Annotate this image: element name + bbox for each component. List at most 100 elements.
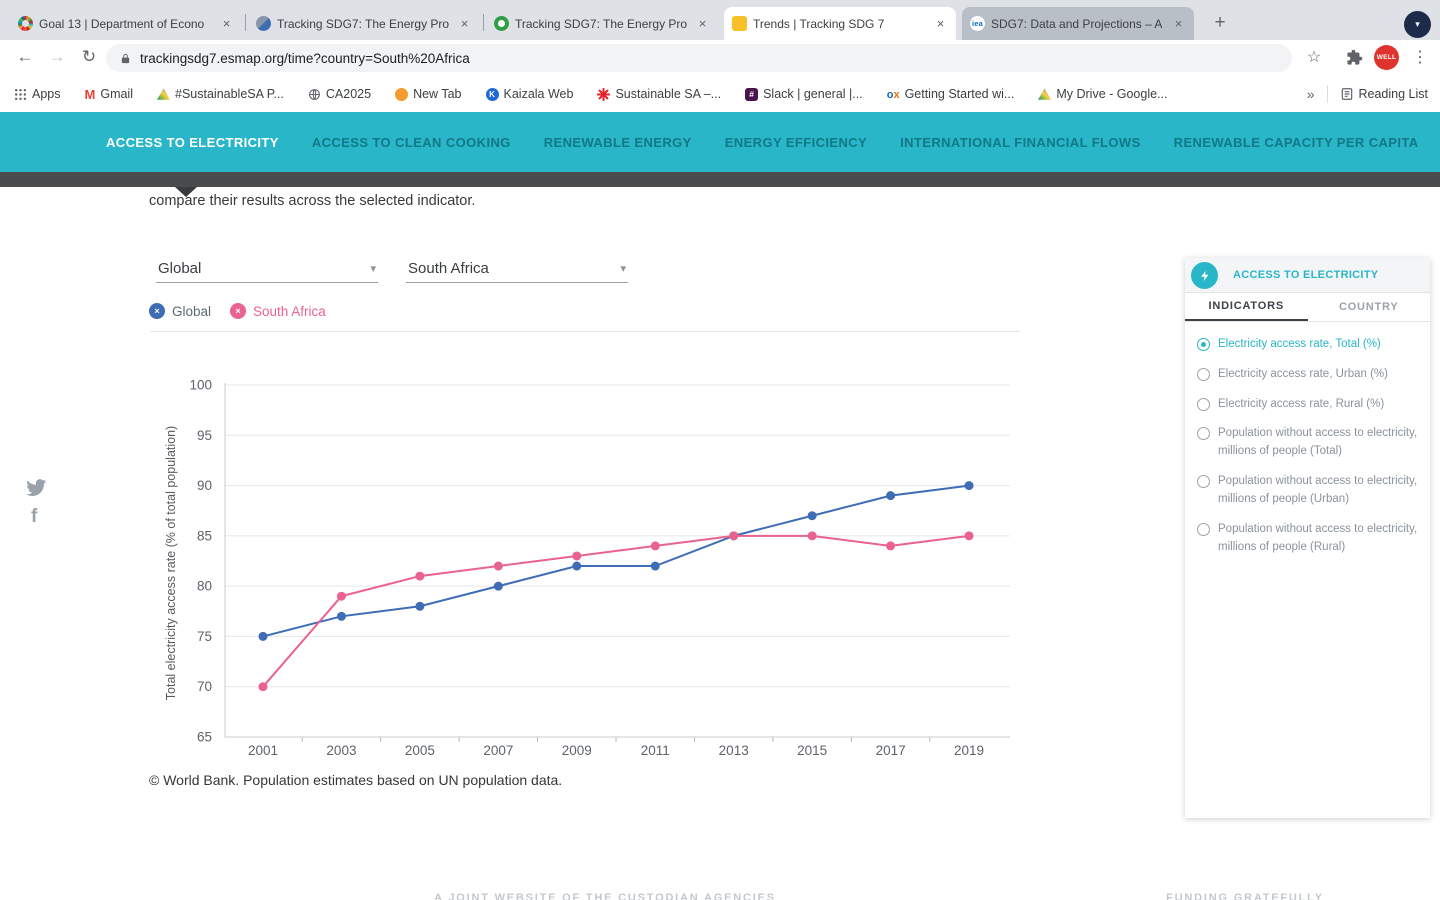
bookmark-label: Kaizala Web [504,87,574,101]
indicator-option-urban-pct[interactable]: Electricity access rate, Urban (%) [1197,366,1418,384]
svg-text:90: 90 [197,478,212,493]
browser-tab-active-trends[interactable]: Trends | Tracking SDG 7 × [724,7,956,40]
bookmark-my-drive[interactable]: My Drive - Google... [1038,87,1167,101]
globe-icon [308,88,321,101]
electricity-bolt-icon [1191,262,1218,289]
intro-text: compare their results across the selecte… [149,193,475,209]
radio-icon[interactable] [1197,475,1210,488]
tab-divider [483,14,484,31]
browser-tab-trackingsdg7-1[interactable]: Tracking SDG7: The Energy Pro × [248,7,480,40]
tab-close-icon[interactable]: × [457,16,472,31]
svg-text:2009: 2009 [562,743,592,758]
indicator-list: Electricity access rate, Total (%) Elect… [1185,322,1430,556]
indicator-label: Population without access to electricity… [1218,521,1418,557]
indicator-option-pop-rural[interactable]: Population without access to electricity… [1197,521,1418,557]
browser-tab-goal13[interactable]: Goal 13 | Department of Econo × [10,7,242,40]
svg-text:100: 100 [189,378,212,393]
bookmark-label: Gmail [100,87,133,101]
browser-menu-icon[interactable]: ⋮ [1408,44,1432,70]
indicator-label: Electricity access rate, Rural (%) [1218,396,1384,414]
ox-x: x [893,89,899,101]
apps-grid-icon [14,88,27,101]
bookmark-label: Getting Started wi... [905,87,1015,101]
tab-strip: Goal 13 | Department of Econo × Tracking… [0,0,1440,40]
remove-south-africa-icon[interactable]: × [230,303,246,319]
globe-favicon [256,16,271,31]
svg-text:2003: 2003 [326,743,356,758]
indicator-option-total-pct[interactable]: Electricity access rate, Total (%) [1197,336,1418,354]
sdg-wheel-favicon [18,16,33,31]
bookmark-apps[interactable]: Apps [14,87,61,101]
extensions-puzzle-icon[interactable] [1342,44,1366,70]
bookmark-sustainablesa-doc[interactable]: #SustainableSA P... [157,87,284,101]
browser-tab-trackingsdg7-2[interactable]: Tracking SDG7: The Energy Pro × [486,7,718,40]
profile-avatar[interactable]: ▾ [1404,11,1431,38]
forward-icon[interactable]: → [44,44,70,70]
indicator-option-rural-pct[interactable]: Electricity access rate, Rural (%) [1197,396,1418,414]
facebook-icon[interactable]: f [31,506,37,528]
radio-icon[interactable] [1197,427,1210,440]
yellow-square-favicon [732,16,747,31]
twitter-icon[interactable] [26,479,46,501]
svg-text:95: 95 [197,428,212,443]
divider [150,331,1020,332]
nav-access-to-electricity[interactable]: ACCESS TO ELECTRICITY [106,135,279,150]
svg-text:2017: 2017 [876,743,906,758]
bookmark-label: Apps [32,87,61,101]
country-select[interactable]: South Africa ▾ [406,255,628,283]
extension-well-badge[interactable]: WELL [1374,45,1399,70]
bookmarks-bar: Apps M Gmail #SustainableSA P... CA2025 … [0,76,1440,112]
bookmark-kaizala[interactable]: K Kaizala Web [486,87,574,101]
chip-label: Global [172,304,211,319]
bookmark-label: Slack | general |... [763,87,863,101]
tab-close-icon[interactable]: × [933,16,948,31]
tab-close-icon[interactable]: × [1171,16,1186,31]
tab-close-icon[interactable]: × [219,16,234,31]
region-select[interactable]: Global ▾ [156,255,378,283]
radio-icon[interactable] [1197,398,1210,411]
radio-icon[interactable] [1197,523,1210,536]
bookmark-new-tab[interactable]: New Tab [395,87,461,101]
svg-text:2013: 2013 [719,743,749,758]
nav-energy-efficiency[interactable]: ENERGY EFFICIENCY [725,135,867,150]
bookmark-ca2025[interactable]: CA2025 [308,87,371,101]
bookmark-label: My Drive - Google... [1056,87,1167,101]
svg-text:70: 70 [197,679,212,694]
indicator-option-pop-urban[interactable]: Population without access to electricity… [1197,473,1418,509]
tab-divider [245,14,246,31]
bookmarks-overflow-icon[interactable]: » [1307,86,1315,102]
address-bar[interactable]: trackingsdg7.esmap.org/time?country=Sout… [106,44,1292,72]
nav-renewable-energy[interactable]: RENEWABLE ENERGY [544,135,692,150]
indicator-panel: ACCESS TO ELECTRICITY INDICATORS COUNTRY… [1185,258,1430,818]
nav-international-financial-flows[interactable]: INTERNATIONAL FINANCIAL FLOWS [900,135,1141,150]
reload-icon[interactable]: ↻ [76,44,102,70]
back-icon[interactable]: ← [12,44,38,70]
bookmark-getting-started[interactable]: ox Getting Started wi... [887,87,1015,101]
new-tab-button[interactable]: + [1206,9,1234,37]
svg-text:2005: 2005 [405,743,435,758]
svg-text:65: 65 [197,730,212,745]
trend-chart-svg[interactable]: 6570758085909510020012003200520072009201… [150,348,1030,778]
radio-icon[interactable] [1197,368,1210,381]
bookmark-gmail[interactable]: M Gmail [85,87,134,102]
orange-dot-icon [395,88,408,101]
nav-renewable-capacity-per-capita[interactable]: RENEWABLE CAPACITY PER CAPITA [1174,135,1419,150]
indicator-option-pop-total[interactable]: Population without access to electricity… [1197,425,1418,461]
bookmark-sustainable-sa[interactable]: Sustainable SA –... [597,87,721,101]
gmail-icon: M [85,87,96,102]
reading-list-icon [1340,87,1354,101]
indicator-label: Population without access to electricity… [1218,473,1418,509]
bookmark-slack[interactable]: # Slack | general |... [745,87,863,101]
radio-selected-icon[interactable] [1197,338,1210,351]
bookmarks-right-cluster: » Reading List [1307,76,1428,112]
nav-access-to-clean-cooking[interactable]: ACCESS TO CLEAN COOKING [312,135,511,150]
remove-global-icon[interactable]: × [149,303,165,319]
trend-chart[interactable]: 6570758085909510020012003200520072009201… [150,348,1030,778]
browser-tab-iea[interactable]: iea SDG7: Data and Projections – A × [962,7,1194,40]
tab-country[interactable]: COUNTRY [1308,293,1431,321]
tab-indicators[interactable]: INDICATORS [1185,293,1308,321]
svg-text:75: 75 [197,629,212,644]
bookmark-star-icon[interactable]: ☆ [1302,44,1326,70]
reading-list-button[interactable]: Reading List [1340,87,1429,101]
tab-close-icon[interactable]: × [695,16,710,31]
